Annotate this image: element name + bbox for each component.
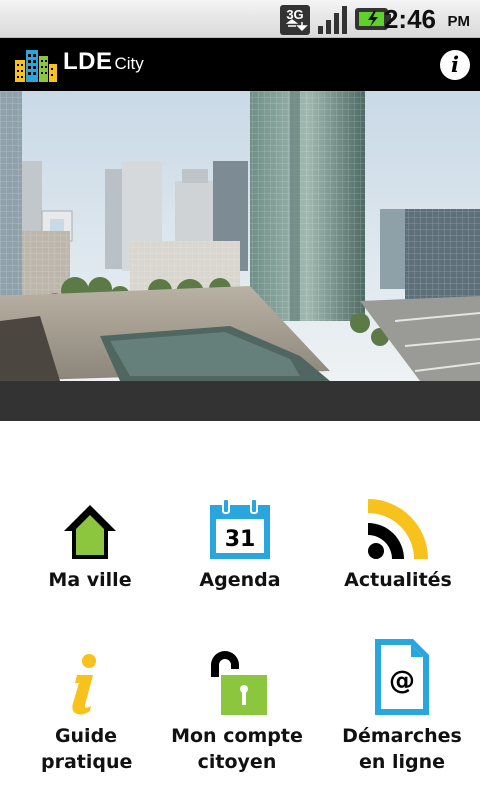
menu-item-demarches-en-ligne[interactable]: @ Démarches en ligne [322, 623, 480, 775]
menu-item-agenda[interactable]: 31 Agenda [160, 483, 320, 593]
app-title: LDE City [63, 48, 144, 76]
menu-item-mon-compte-citoyen[interactable]: Mon compte citoyen [157, 639, 317, 775]
3g-data-icon: 3G [280, 5, 310, 35]
home-icon [64, 505, 116, 559]
city-logo-icon [15, 50, 57, 82]
menu-label: Ma ville [48, 569, 132, 591]
main-menu: Ma ville 31 Agenda Actualités Guide prat… [0, 421, 480, 800]
app-title-main: LDE [63, 48, 113, 75]
padlock-icon [211, 651, 267, 715]
svg-text:@: @ [389, 666, 415, 696]
info-button[interactable]: i [440, 50, 470, 80]
app-title-sub: City [114, 54, 144, 73]
menu-item-guide-pratique[interactable]: Guide pratique [6, 639, 166, 775]
menu-label: Démarches en ligne [342, 725, 462, 773]
signal-strength-icon [318, 6, 347, 34]
hero-city-image [0, 91, 480, 381]
menu-item-actualites[interactable]: Actualités [318, 483, 478, 593]
document-at-icon: @ [375, 639, 429, 715]
clock-time: 2:46 [383, 4, 436, 34]
clock-ampm: PM [447, 13, 471, 30]
menu-label: Mon compte citoyen [171, 725, 303, 773]
menu-label: Actualités [344, 569, 452, 591]
info-icon [72, 654, 96, 715]
svg-text:3G: 3G [286, 7, 303, 22]
menu-label: Agenda [199, 569, 281, 591]
menu-item-ma-ville[interactable]: Ma ville [10, 483, 170, 593]
status-bar: 3G 2:46 PM [0, 0, 480, 38]
svg-text:31: 31 [225, 527, 256, 552]
rss-icon [368, 499, 428, 559]
app-header: LDE City i [0, 38, 480, 91]
image-caption-bar [0, 381, 480, 421]
calendar-icon: 31 [210, 498, 270, 559]
menu-label: Guide pratique [41, 725, 133, 773]
